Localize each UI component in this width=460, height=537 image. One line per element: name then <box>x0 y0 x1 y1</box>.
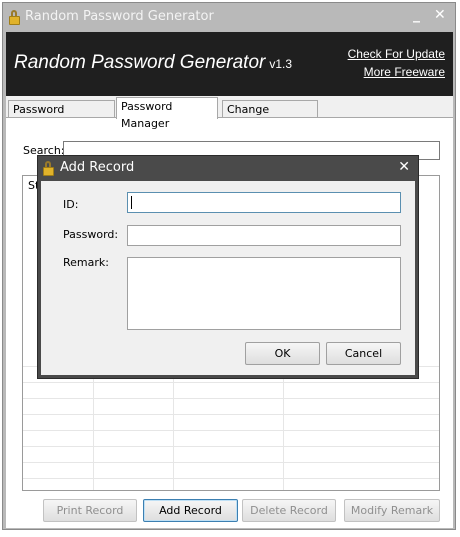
modify-remark-button[interactable]: Modify Remark <box>344 499 440 522</box>
tab-change-password[interactable]: Change Password <box>222 100 318 133</box>
dialog-close-button[interactable]: ✕ <box>398 159 410 175</box>
text-caret <box>131 196 132 209</box>
delete-record-button[interactable]: Delete Record <box>242 499 336 522</box>
minimize-button[interactable]: _ <box>413 7 420 23</box>
add-record-dialog: Add Record ✕ ID: Password: Remark: OK Ca… <box>37 155 419 379</box>
cancel-button[interactable]: Cancel <box>326 342 401 365</box>
ok-button[interactable]: OK <box>245 342 320 365</box>
tab-password-manager[interactable]: Password Manager <box>116 97 218 130</box>
dialog-title: Add Record <box>60 160 135 175</box>
close-button[interactable]: ✕ <box>434 7 446 23</box>
check-update-link[interactable]: Check For Update <box>348 47 445 61</box>
banner-title-text: Random Password Generator <box>14 52 266 73</box>
lock-icon <box>9 10 20 25</box>
window-title: Random Password Generator <box>25 9 214 24</box>
print-record-button[interactable]: Print Record <box>43 499 137 522</box>
more-freeware-link[interactable]: More Freeware <box>364 65 445 79</box>
version-label: v1.3 <box>269 57 293 71</box>
tab-strip: Password Generator Password Manager Chan… <box>6 96 453 133</box>
dialog-body: ID: Password: Remark: OK Cancel <box>41 181 415 375</box>
header-banner: Random Password Generator v1.3 Check For … <box>6 32 453 96</box>
id-label: ID: <box>63 198 79 211</box>
remark-textarea[interactable] <box>127 257 401 330</box>
password-label: Password: <box>63 228 119 241</box>
app-banner-title: Random Password Generator v1.3 <box>14 52 292 74</box>
id-field[interactable] <box>127 192 401 213</box>
remark-label: Remark: <box>63 256 109 269</box>
add-record-button[interactable]: Add Record <box>143 499 238 522</box>
tab-password-generator[interactable]: Password Generator <box>8 100 115 133</box>
dialog-lock-icon <box>43 161 54 176</box>
password-field[interactable] <box>127 225 401 246</box>
title-bar[interactable]: Random Password Generator _ ✕ <box>3 3 455 33</box>
